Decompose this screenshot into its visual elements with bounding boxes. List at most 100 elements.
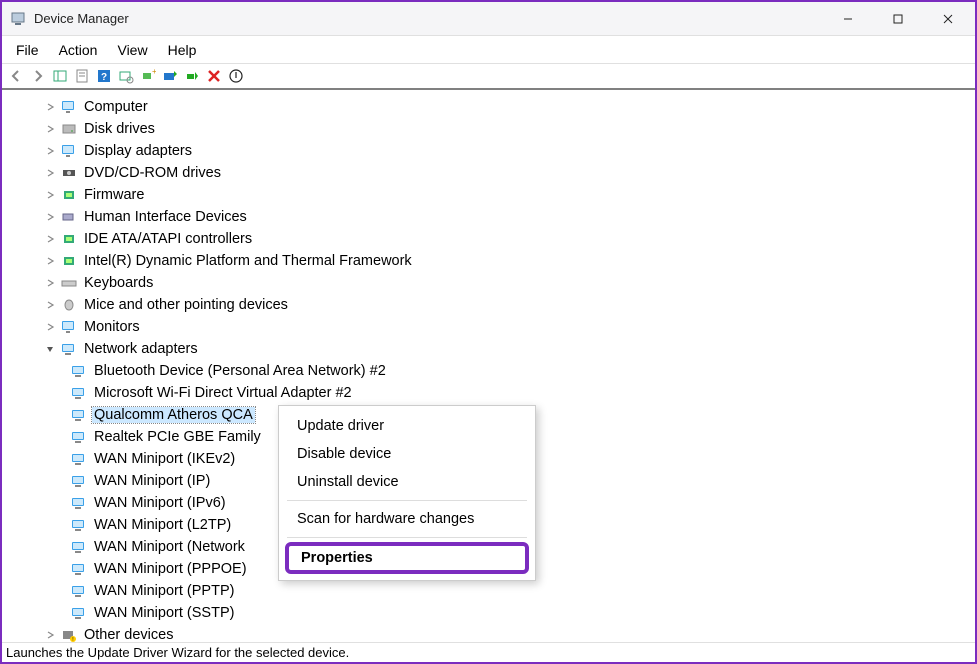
category-label: Intel(R) Dynamic Platform and Thermal Fr… — [82, 253, 414, 269]
network-adapter-icon — [70, 583, 88, 599]
scan-hardware-button[interactable] — [116, 66, 136, 86]
category-icon — [60, 297, 78, 313]
device-label: Microsoft Wi-Fi Direct Virtual Adapter #… — [92, 385, 354, 401]
disable-device-button[interactable] — [226, 66, 246, 86]
menu-view[interactable]: View — [109, 40, 155, 60]
tree-category[interactable]: Disk drives — [20, 118, 975, 140]
category-label: IDE ATA/ATAPI controllers — [82, 231, 254, 247]
tree-category[interactable]: Firmware — [20, 184, 975, 206]
status-bar: Launches the Update Driver Wizard for th… — [2, 642, 975, 662]
expand-chevron-icon[interactable] — [44, 299, 56, 311]
category-label: Human Interface Devices — [82, 209, 249, 225]
tree-category[interactable]: Intel(R) Dynamic Platform and Thermal Fr… — [20, 250, 975, 272]
tree-category[interactable]: Monitors — [20, 316, 975, 338]
tree-category[interactable]: !Other devices — [20, 624, 975, 642]
enable-device-button[interactable] — [182, 66, 202, 86]
device-tree[interactable]: ComputerDisk drives Display adapters DVD/C… — [2, 90, 975, 642]
expand-chevron-icon[interactable] — [44, 123, 56, 135]
expand-chevron-icon[interactable] — [44, 101, 56, 113]
network-adapter-icon — [70, 363, 88, 379]
expand-chevron-icon[interactable] — [44, 145, 56, 157]
menu-file[interactable]: File — [8, 40, 47, 60]
device-label: WAN Miniport (SSTP) — [92, 605, 236, 621]
device-label: Qualcomm Atheros QCA — [92, 407, 255, 423]
context-menu-separator — [287, 500, 527, 501]
expand-chevron-icon[interactable] — [44, 167, 56, 179]
tree-device[interactable]: WAN Miniport (SSTP) — [20, 602, 975, 624]
device-label: WAN Miniport (PPTP) — [92, 583, 236, 599]
category-icon — [60, 341, 78, 357]
category-icon: ! — [60, 627, 78, 642]
back-button[interactable] — [6, 66, 26, 86]
expand-chevron-icon[interactable] — [44, 255, 56, 267]
minimize-button[interactable] — [833, 4, 863, 34]
tree-category[interactable]: DVD/CD-ROM drives — [20, 162, 975, 184]
expand-chevron-icon[interactable] — [44, 629, 56, 641]
context-menu-update-driver[interactable]: Update driver — [279, 412, 535, 440]
show-hide-console-tree-button[interactable] — [50, 66, 70, 86]
network-adapter-icon — [70, 407, 88, 423]
tree-category[interactable]: Keyboards — [20, 272, 975, 294]
category-label: Monitors — [82, 319, 142, 335]
category-icon — [60, 143, 78, 159]
category-icon — [60, 275, 78, 291]
tree-category[interactable]: Mice and other pointing devices — [20, 294, 975, 316]
menu-help[interactable]: Help — [160, 40, 205, 60]
tree-device[interactable]: Bluetooth Device (Personal Area Network)… — [20, 360, 975, 382]
context-menu-properties[interactable]: Properties — [285, 542, 529, 574]
network-adapter-icon — [70, 605, 88, 621]
title-bar: Device Manager — [2, 2, 975, 36]
forward-button[interactable] — [28, 66, 48, 86]
tree-category[interactable]: Network adapters — [20, 338, 975, 360]
network-adapter-icon — [70, 495, 88, 511]
context-menu-scan-hardware[interactable]: Scan for hardware changes — [279, 505, 535, 533]
maximize-button[interactable] — [883, 4, 913, 34]
network-adapter-icon — [70, 517, 88, 533]
category-label: DVD/CD-ROM drives — [82, 165, 223, 181]
device-label: WAN Miniport (Network — [92, 539, 247, 555]
app-icon — [10, 11, 26, 27]
device-label: WAN Miniport (PPPOE) — [92, 561, 249, 577]
network-adapter-icon — [70, 451, 88, 467]
context-menu: Update driver Disable device Uninstall d… — [278, 405, 536, 581]
svg-text:?: ? — [101, 72, 107, 83]
context-menu-uninstall-device[interactable]: Uninstall device — [279, 468, 535, 496]
update-driver-button[interactable] — [160, 66, 180, 86]
properties-button[interactable] — [72, 66, 92, 86]
expand-chevron-icon[interactable] — [44, 189, 56, 201]
toolbar: ? + — [2, 64, 975, 90]
status-text: Launches the Update Driver Wizard for th… — [6, 645, 349, 660]
category-icon — [60, 121, 78, 137]
category-label: Network adapters — [82, 341, 200, 357]
window-title: Device Manager — [34, 11, 833, 26]
category-label: Keyboards — [82, 275, 155, 291]
tree-category[interactable]: Computer — [20, 96, 975, 118]
device-label: Realtek PCIe GBE Family — [92, 429, 263, 445]
network-adapter-icon — [70, 473, 88, 489]
category-label: Display adapters — [82, 143, 194, 159]
tree-category[interactable]: Display adapters — [20, 140, 975, 162]
category-icon — [60, 187, 78, 203]
network-adapter-icon — [70, 539, 88, 555]
help-button[interactable]: ? — [94, 66, 114, 86]
context-menu-separator — [287, 537, 527, 538]
tree-category[interactable]: IDE ATA/ATAPI controllers — [20, 228, 975, 250]
tree-category[interactable]: Human Interface Devices — [20, 206, 975, 228]
close-button[interactable] — [933, 4, 963, 34]
add-legacy-hardware-button[interactable]: + — [138, 66, 158, 86]
expand-chevron-icon[interactable] — [44, 343, 56, 355]
tree-device[interactable]: Microsoft Wi-Fi Direct Virtual Adapter #… — [20, 382, 975, 404]
context-menu-disable-device[interactable]: Disable device — [279, 440, 535, 468]
expand-chevron-icon[interactable] — [44, 321, 56, 333]
category-icon — [60, 253, 78, 269]
category-icon — [60, 99, 78, 115]
tree-device[interactable]: WAN Miniport (PPTP) — [20, 580, 975, 602]
uninstall-device-button[interactable] — [204, 66, 224, 86]
network-adapter-icon — [70, 561, 88, 577]
expand-chevron-icon[interactable] — [44, 211, 56, 223]
menu-action[interactable]: Action — [51, 40, 106, 60]
expand-chevron-icon[interactable] — [44, 277, 56, 289]
category-label: Firmware — [82, 187, 146, 203]
expand-chevron-icon[interactable] — [44, 233, 56, 245]
category-label: Mice and other pointing devices — [82, 297, 290, 313]
